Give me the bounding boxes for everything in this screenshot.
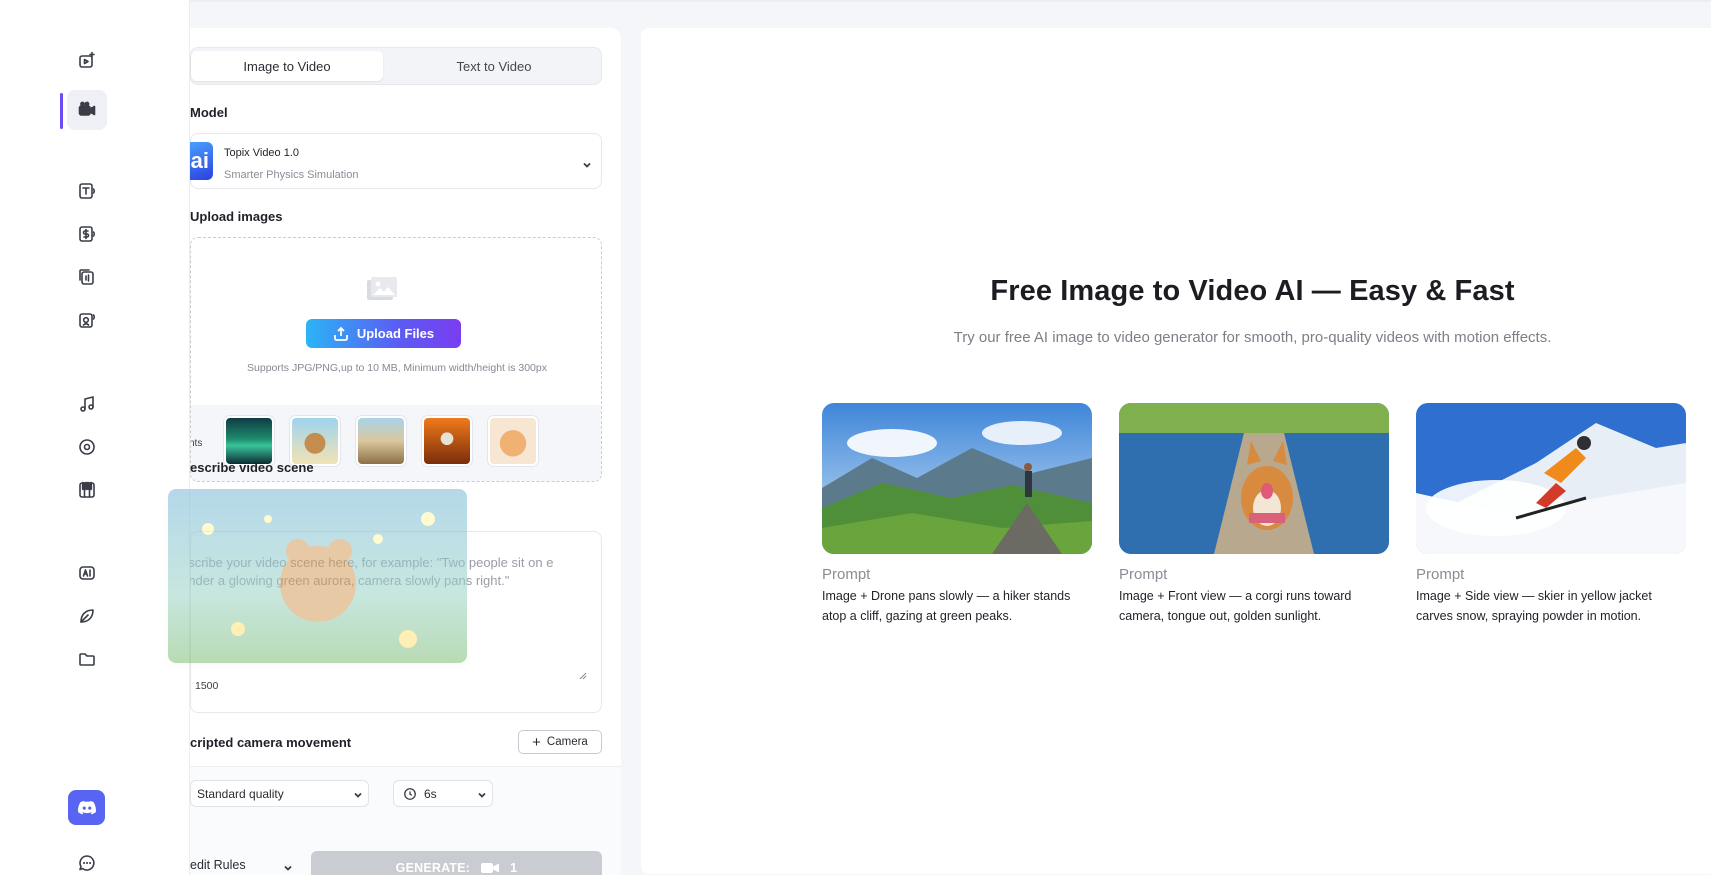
example-image-hiker (822, 403, 1092, 554)
generate-label: GENERATE: (395, 860, 471, 875)
example-prompt: Image + Drone pans slowly — a hiker stan… (822, 589, 1071, 623)
add-camera-button[interactable]: + Camera (518, 730, 602, 754)
resize-handle-icon[interactable] (578, 671, 587, 680)
active-indicator (60, 93, 63, 129)
samples-label: nts (190, 438, 203, 449)
sample-thumb-kitten[interactable] (488, 416, 538, 466)
ai-badge-icon[interactable] (67, 553, 107, 593)
sample-thumb-robot[interactable] (422, 416, 472, 466)
generator-panel: Image to Video Text to Video Model ai To… (190, 28, 621, 875)
example-prompt: Image + Side view — skier in yellow jack… (1416, 589, 1652, 623)
duration-value: 6s (424, 786, 437, 801)
video-camera-icon[interactable] (67, 90, 107, 130)
upload-dropzone[interactable]: Upload Files Supports JPG/PNG,up to 10 M… (190, 237, 602, 482)
leaf-icon[interactable] (67, 596, 107, 636)
clock-icon (404, 788, 416, 800)
chevron-down-icon (353, 789, 363, 799)
folder-icon[interactable] (67, 639, 107, 679)
quality-value: Standard quality (197, 786, 284, 801)
sample-thumb-aurora[interactable] (224, 416, 274, 466)
example-card[interactable]: Prompt Image + Drone pans slowly — a hik… (822, 403, 1092, 626)
music-note-icon[interactable] (67, 384, 107, 424)
example-card[interactable]: Prompt Image + Side view — skier in yell… (1416, 403, 1686, 626)
quality-select[interactable]: Standard quality (190, 780, 369, 807)
example-image-skier (1416, 403, 1686, 554)
upload-files-label: Upload Files (356, 326, 435, 341)
disc-icon[interactable] (67, 427, 107, 467)
piano-icon[interactable] (67, 470, 107, 510)
upload-hint: Supports JPG/PNG,up to 10 MB, Minimum wi… (247, 362, 547, 374)
model-subtitle: Smarter Physics Simulation (224, 169, 359, 181)
chevron-down-icon (283, 862, 293, 872)
camera-button-label: Camera (546, 736, 588, 748)
upload-files-button[interactable]: Upload Files (306, 319, 461, 348)
sample-thumb-biker[interactable] (356, 416, 406, 466)
left-sidebar (0, 0, 190, 875)
image-placeholder-icon (365, 276, 399, 302)
chevron-down-icon (582, 157, 592, 168)
chat-icon[interactable] (67, 843, 107, 875)
tab-image-to-video[interactable]: Image to Video (191, 51, 383, 81)
tab-text-to-video[interactable]: Text to Video (398, 51, 590, 81)
camera-audio-icon[interactable] (67, 300, 107, 340)
example-label: Prompt (1119, 566, 1168, 583)
video-add-icon[interactable] (67, 41, 107, 81)
credit-rules-dropdown[interactable]: edit Rules (190, 858, 300, 875)
example-image-corgi (1119, 403, 1389, 554)
top-divider (0, 0, 1711, 2)
camera-section-label: cripted camera movement (190, 735, 352, 750)
character-counter: 1500 (195, 680, 219, 692)
duration-select[interactable]: 6s (393, 780, 493, 807)
generate-button[interactable]: GENERATE: 1 (311, 851, 602, 875)
example-card[interactable]: Prompt Image + Front view — a corgi runs… (1119, 403, 1389, 626)
scene-section-label: escribe video scene (190, 460, 314, 475)
credit-rules-label: edit Rules (190, 858, 246, 872)
model-logo: ai (190, 142, 213, 180)
model-section-label: Model (190, 105, 228, 120)
plus-icon: + (532, 733, 541, 751)
video-camera-icon (481, 862, 500, 873)
generate-cost: 1 (510, 860, 518, 875)
floating-image-preview (168, 489, 467, 663)
example-label: Prompt (822, 566, 871, 583)
discord-icon[interactable] (68, 790, 105, 825)
example-prompt: Image + Front view — a corgi runs toward… (1119, 589, 1352, 623)
dollar-speech-icon[interactable] (67, 214, 107, 254)
page-subtitle: Try our free AI image to video generator… (953, 329, 1552, 346)
model-name: Topix Video 1.0 (224, 147, 300, 159)
mode-tabs: Image to Video Text to Video (190, 47, 602, 85)
model-selector[interactable]: ai Topix Video 1.0 Smarter Physics Simul… (190, 133, 602, 189)
text-speech-icon[interactable] (67, 171, 107, 211)
page-title: Free Image to Video AI — Easy & Fast (990, 275, 1515, 307)
upload-section-label: Upload images (190, 209, 283, 224)
audio-copy-icon[interactable] (67, 257, 107, 297)
upload-icon (333, 326, 348, 341)
main-content: Free Image to Video AI — Easy & Fast Try… (641, 28, 1711, 874)
chevron-down-icon (477, 789, 487, 799)
sample-thumb-bear[interactable] (290, 416, 340, 466)
example-label: Prompt (1416, 566, 1465, 583)
